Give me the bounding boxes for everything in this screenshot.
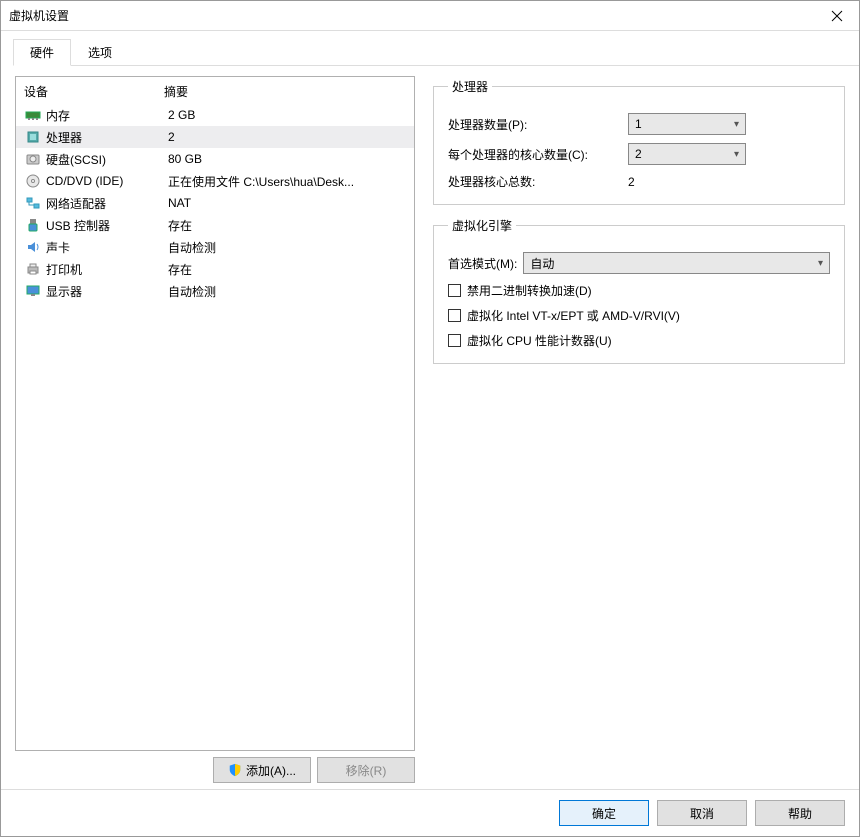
hardware-row-name: 内存: [46, 107, 164, 124]
col-device: 设备: [24, 83, 164, 100]
hardware-row-disk[interactable]: 硬盘(SCSI) 80 GB: [16, 148, 414, 170]
pref-mode-label: 首选模式(M):: [448, 255, 517, 272]
cpu-icon: [24, 129, 42, 145]
hardware-row-cpu[interactable]: 处理器 2: [16, 126, 414, 148]
col-summary: 摘要: [164, 83, 188, 100]
add-button-label: 添加(A)...: [246, 762, 296, 779]
chk-disable-binary-label: 禁用二进制转换加速(D): [467, 282, 592, 299]
hardware-row-summary: 存在: [168, 217, 406, 234]
dialog-buttons: 确定 取消 帮助: [1, 789, 859, 836]
chk-virtualize-cpu-counters[interactable]: 虚拟化 CPU 性能计数器(U): [448, 332, 830, 349]
window-title: 虚拟机设置: [9, 7, 69, 24]
hardware-row-printer[interactable]: 打印机存在: [16, 258, 414, 280]
checkbox-icon: [448, 309, 461, 322]
proc-count-select[interactable]: 1 ▾: [628, 113, 746, 135]
hardware-row-sound[interactable]: 声卡自动检测: [16, 236, 414, 258]
hardware-panel: 设备 摘要 内存 2 GB 处理器 2 硬盘(SCSI) 80 GB CD/DVD (IDE…: [15, 76, 415, 783]
hardware-row-cd[interactable]: CD/DVD (IDE) 正在使用文件 C:\Users\hua\Desk...: [16, 170, 414, 192]
close-button[interactable]: [814, 1, 859, 31]
hardware-list-header: 设备 摘要: [16, 77, 414, 104]
cores-per-proc-value: 2: [635, 147, 642, 161]
tab-hardware[interactable]: 硬件: [13, 39, 71, 66]
hardware-row-summary: 自动检测: [168, 283, 406, 300]
chevron-down-icon: ▾: [818, 258, 823, 269]
hardware-row-net[interactable]: 网络适配器 NAT: [16, 192, 414, 214]
cores-per-proc-select[interactable]: 2 ▾: [628, 143, 746, 165]
proc-count-label: 处理器数量(P):: [448, 116, 628, 133]
hardware-row-name: 处理器: [46, 129, 164, 146]
hardware-row-summary: 存在: [168, 261, 406, 278]
legend-virtualization: 虚拟化引擎: [448, 217, 516, 234]
pref-mode-select[interactable]: 自动 ▾: [523, 252, 830, 274]
hardware-row-summary: 自动检测: [168, 239, 406, 256]
hardware-row-name: 显示器: [46, 283, 164, 300]
proc-count-value: 1: [635, 117, 642, 131]
remove-button-label: 移除(R): [346, 762, 387, 779]
hardware-row-summary: 2: [168, 130, 406, 144]
legend-processors: 处理器: [448, 78, 492, 95]
sound-icon: [24, 239, 42, 255]
hardware-row-name: CD/DVD (IDE): [46, 174, 164, 188]
checkbox-icon: [448, 284, 461, 297]
cores-per-proc-label: 每个处理器的核心数量(C):: [448, 146, 628, 163]
remove-button: 移除(R): [317, 757, 415, 783]
total-cores-label: 处理器核心总数:: [448, 173, 628, 190]
chk-virtualize-vt[interactable]: 虚拟化 Intel VT-x/EPT 或 AMD-V/RVI(V): [448, 307, 830, 324]
hardware-row-summary: 80 GB: [168, 152, 406, 166]
disk-icon: [24, 151, 42, 167]
hardware-row-name: 网络适配器: [46, 195, 164, 212]
hardware-row-summary: 正在使用文件 C:\Users\hua\Desk...: [168, 173, 406, 190]
total-cores-value: 2: [628, 175, 746, 189]
hardware-row-name: 硬盘(SCSI): [46, 151, 164, 168]
chevron-down-icon: ▾: [734, 149, 739, 160]
pref-mode-value: 自动: [530, 255, 554, 272]
tab-strip: 硬件 选项: [13, 39, 859, 66]
display-icon: [24, 283, 42, 299]
cancel-button[interactable]: 取消: [657, 800, 747, 826]
cd-icon: [24, 173, 42, 189]
tab-options[interactable]: 选项: [71, 39, 129, 66]
chk-virtualize-vt-label: 虚拟化 Intel VT-x/EPT 或 AMD-V/RVI(V): [467, 307, 680, 324]
detail-panel: 处理器 处理器数量(P): 1 ▾ 每个处理器的核心数量(C): 2 ▾ 处理器…: [433, 76, 845, 783]
close-icon: [831, 10, 843, 22]
content-area: 设备 摘要 内存 2 GB 处理器 2 硬盘(SCSI) 80 GB CD/DVD (IDE…: [1, 66, 859, 789]
hardware-row-name: USB 控制器: [46, 217, 164, 234]
hardware-row-name: 打印机: [46, 261, 164, 278]
chk-virtualize-cpu-counters-label: 虚拟化 CPU 性能计数器(U): [467, 332, 612, 349]
fieldset-processors: 处理器 处理器数量(P): 1 ▾ 每个处理器的核心数量(C): 2 ▾ 处理器…: [433, 78, 845, 205]
add-button[interactable]: 添加(A)...: [213, 757, 311, 783]
memory-icon: [24, 107, 42, 123]
fieldset-virtualization: 虚拟化引擎 首选模式(M): 自动 ▾ 禁用二进制转换加速(D) 虚拟化 Int…: [433, 217, 845, 364]
checkbox-icon: [448, 334, 461, 347]
hardware-buttons: 添加(A)... 移除(R): [15, 757, 415, 783]
ok-button[interactable]: 确定: [559, 800, 649, 826]
hardware-list: 设备 摘要 内存 2 GB 处理器 2 硬盘(SCSI) 80 GB CD/DVD (IDE…: [15, 76, 415, 751]
hardware-row-display[interactable]: 显示器自动检测: [16, 280, 414, 302]
hardware-row-name: 声卡: [46, 239, 164, 256]
hardware-row-summary: NAT: [168, 196, 406, 210]
title-bar: 虚拟机设置: [1, 1, 859, 31]
chevron-down-icon: ▾: [734, 119, 739, 130]
usb-icon: [24, 217, 42, 233]
hardware-row-summary: 2 GB: [168, 108, 406, 122]
hardware-row-memory[interactable]: 内存 2 GB: [16, 104, 414, 126]
printer-icon: [24, 261, 42, 277]
chk-disable-binary[interactable]: 禁用二进制转换加速(D): [448, 282, 830, 299]
shield-icon: [228, 763, 242, 777]
net-icon: [24, 195, 42, 211]
hardware-row-usb[interactable]: USB 控制器存在: [16, 214, 414, 236]
help-button[interactable]: 帮助: [755, 800, 845, 826]
